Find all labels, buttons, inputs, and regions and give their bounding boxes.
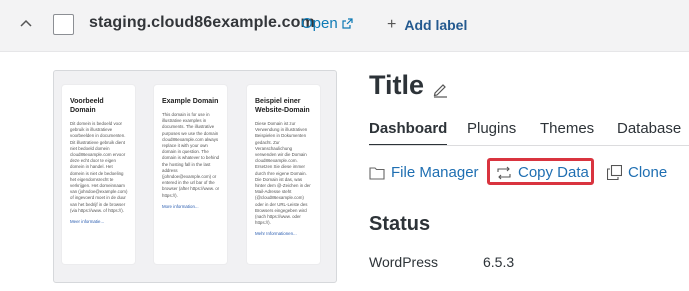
preview-heading: Beispiel einer Website-Domain: [255, 98, 310, 114]
preview-more-link: More information...: [162, 203, 199, 209]
folder-icon: [369, 166, 385, 180]
tab-themes[interactable]: Themes: [540, 120, 594, 137]
tab-dashboard[interactable]: Dashboard: [369, 120, 448, 146]
chevron-up-icon[interactable]: [19, 17, 33, 31]
pencil-edit-icon[interactable]: [432, 81, 449, 98]
site-preview-thumbnail[interactable]: Voorbeeld Domain Dit domein is bedoeld v…: [53, 70, 337, 283]
site-title: Title: [369, 70, 425, 100]
site-header-bar: staging.cloud86example.com Open + Add la…: [0, 0, 689, 52]
tab-database[interactable]: Database: [617, 120, 681, 137]
preview-heading: Voorbeeld Domain: [70, 98, 104, 114]
tabs-divider: [369, 145, 689, 146]
wordpress-label: WordPress: [369, 254, 438, 270]
preview-body: Dit domein is bedoeld voor gebruik in il…: [70, 121, 128, 213]
status-heading: Status: [369, 213, 431, 235]
open-link-label: Open: [301, 15, 338, 32]
preview-more-link: Mehr Informationen...: [255, 231, 297, 237]
site-select-checkbox[interactable]: [53, 14, 74, 35]
plus-icon: +: [387, 16, 397, 33]
add-label-text: Add label: [404, 17, 468, 33]
clone-button[interactable]: Clone: [607, 164, 667, 181]
preview-body: Diese Domain ist zur Verwendung in illus…: [255, 121, 311, 226]
external-link-icon: [342, 18, 353, 29]
preview-column-dutch: Voorbeeld Domain Dit domein is bedoeld v…: [62, 85, 135, 264]
clone-icon: [607, 165, 622, 180]
wordpress-version: 6.5.3: [483, 254, 515, 270]
add-label-button[interactable]: + Add label: [387, 16, 467, 34]
site-domain: staging.cloud86example.com: [89, 14, 315, 31]
preview-column-english: Example Domain This domain is for use in…: [154, 85, 227, 264]
file-manager-label: File Manager: [391, 164, 479, 181]
tab-plugins[interactable]: Plugins: [467, 120, 516, 137]
copy-data-highlight: [487, 158, 594, 185]
file-manager-button[interactable]: File Manager: [369, 164, 479, 181]
preview-heading: Example Domain: [162, 98, 219, 105]
open-site-link[interactable]: Open: [301, 15, 353, 32]
clone-label: Clone: [628, 164, 668, 181]
preview-column-german: Beispiel einer Website-Domain Diese Doma…: [247, 85, 320, 264]
preview-body: This domain is for use in illustrative e…: [162, 112, 220, 198]
preview-more-link: Meer informatie...: [70, 219, 105, 225]
